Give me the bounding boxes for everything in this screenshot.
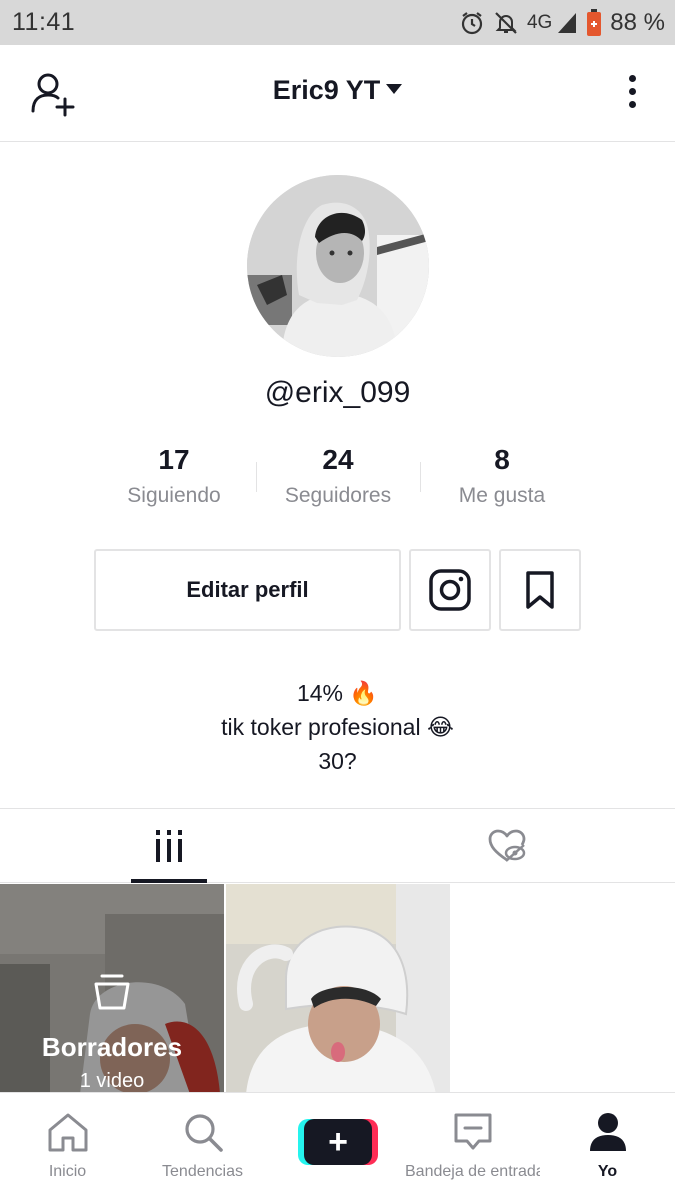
bottom-nav: Inicio Tendencias + Bandeja de entrada Y… [0, 1092, 675, 1200]
drafts-icon [94, 974, 130, 1010]
drafts-title: Borradores [41, 1032, 183, 1062]
nav-home-label: Inicio [48, 1163, 87, 1180]
nav-inbox-label: Bandeja de entrada [405, 1163, 540, 1180]
battery-icon [587, 9, 602, 36]
caret-down-icon [386, 84, 403, 94]
network-label: 4G [526, 12, 553, 33]
status-icons: 4G 88 % [459, 8, 665, 38]
following-stat[interactable]: 17 Siguiendo [92, 442, 256, 522]
instagram-icon [429, 569, 471, 611]
avatar-photo [247, 175, 429, 357]
instagram-button[interactable] [409, 549, 491, 631]
likes-stat[interactable]: 8 Me gusta [420, 442, 584, 522]
video-thumbnail [226, 884, 450, 1094]
following-label: Siguiendo [127, 484, 221, 507]
tab-liked[interactable] [338, 809, 675, 883]
profile-stats: 17 Siguiendo 24 Seguidores 8 Me gusta [92, 442, 584, 522]
liked-hidden-icon [488, 829, 525, 862]
account-name: Eric9 YT [272, 75, 381, 105]
edit-profile-button[interactable]: Editar perfil [94, 549, 401, 631]
favorites-button[interactable] [499, 549, 581, 631]
followers-label: Seguidores [284, 484, 392, 507]
avatar[interactable] [247, 175, 429, 357]
notifications-off-icon [495, 12, 517, 34]
drafts-count: 1 video [79, 1070, 145, 1092]
active-tab-indicator [131, 879, 207, 883]
followers-stat[interactable]: 24 Seguidores [256, 442, 420, 522]
home-icon [48, 1113, 87, 1152]
nav-profile-label: Yo [597, 1163, 618, 1180]
videos-grid-icon [155, 830, 182, 862]
likes-label: Me gusta [458, 484, 546, 507]
account-switcher[interactable]: Eric9 YT [0, 75, 675, 106]
inbox-icon [454, 1113, 491, 1150]
video-tile[interactable] [226, 884, 450, 1094]
profile-bio: 14% 🔥 tik toker profesional 😂 30? [0, 676, 675, 778]
nav-trends-label: Tendencias [162, 1163, 243, 1180]
profile-tabs [0, 808, 675, 883]
more-options-button[interactable] [625, 75, 639, 115]
following-count: 17 [158, 444, 190, 475]
followers-count: 24 [322, 444, 354, 475]
more-vertical-icon [625, 75, 639, 108]
search-icon [184, 1114, 223, 1152]
nav-profile[interactable]: Yo [540, 1093, 675, 1200]
bio-line: 14% 🔥 [296, 680, 379, 706]
bookmark-icon [526, 571, 554, 609]
alarm-icon [461, 12, 483, 35]
nav-inbox[interactable]: Bandeja de entrada [405, 1093, 540, 1200]
status-bar: 11:41 4G 88 % [0, 0, 675, 45]
tab-videos[interactable] [0, 809, 337, 883]
likes-count: 8 [494, 444, 510, 475]
battery-label: 88 % [610, 9, 665, 36]
bio-line: tik toker profesional 😂 [221, 714, 454, 740]
profile-username: @erix_099 [264, 376, 411, 409]
profile-icon [589, 1113, 626, 1151]
nav-home[interactable]: Inicio [0, 1093, 135, 1200]
bio-line: 30? [318, 748, 357, 774]
profile-header: Eric9 YT [0, 45, 675, 142]
create-video-button[interactable]: + [298, 1119, 378, 1165]
nav-trends[interactable]: Tendencias [135, 1093, 270, 1200]
plus-icon: + [304, 1119, 372, 1165]
status-time: 11:41 [12, 8, 76, 36]
drafts-tile[interactable]: Borradores 1 video [0, 884, 224, 1094]
signal-icon [558, 13, 577, 33]
